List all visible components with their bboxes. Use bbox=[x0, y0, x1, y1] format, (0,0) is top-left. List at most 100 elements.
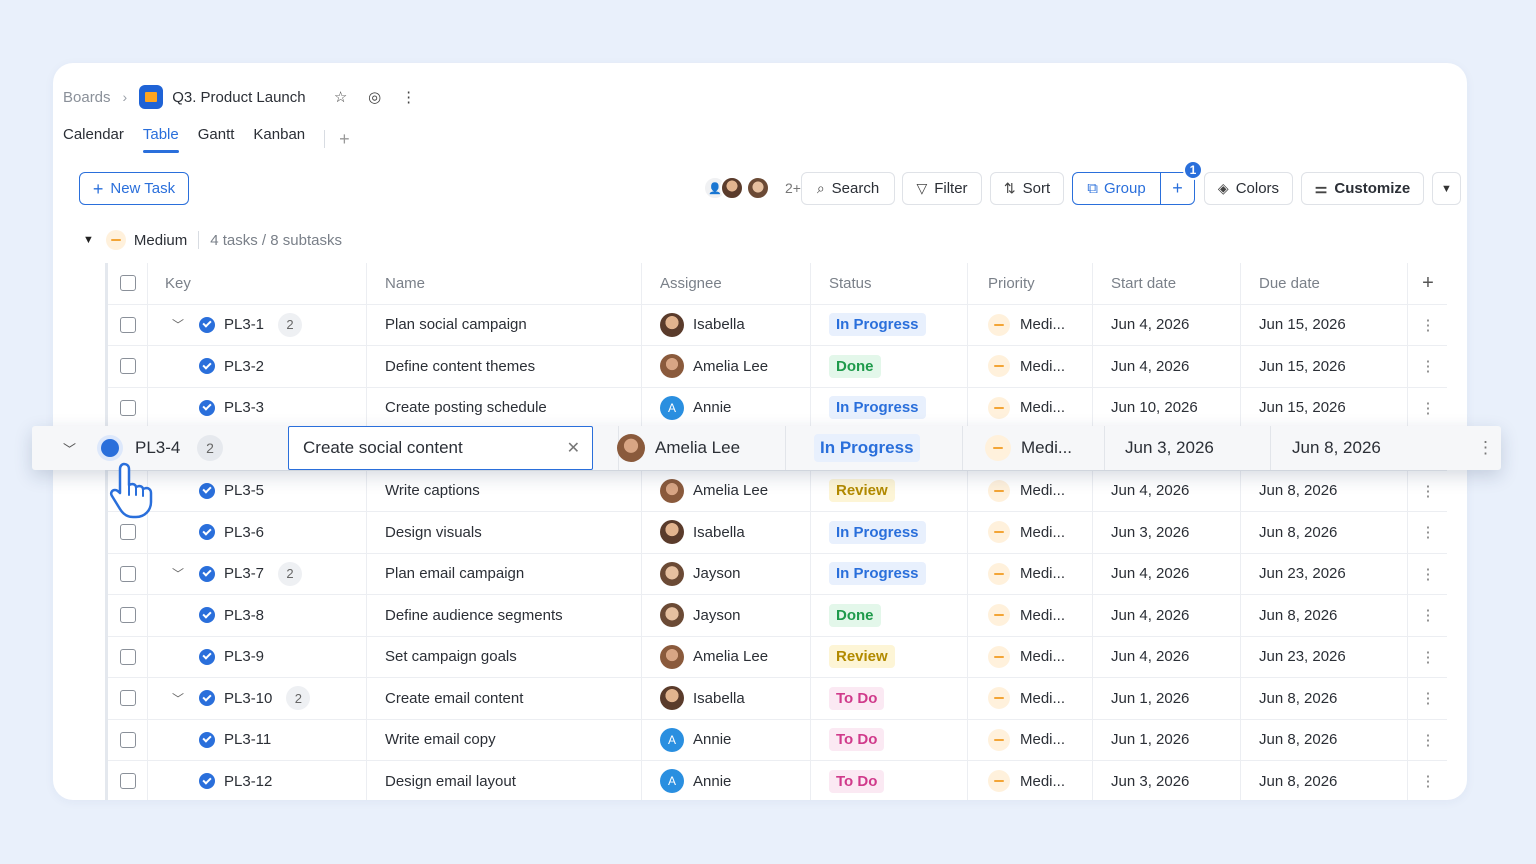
tab-table[interactable]: Table bbox=[142, 123, 179, 155]
priority-cell[interactable]: Medi... bbox=[968, 719, 1093, 760]
more-vertical-icon[interactable]: ⋮ bbox=[396, 84, 422, 110]
row-menu-icon[interactable]: ⋮ bbox=[1408, 346, 1447, 387]
name-cell[interactable]: Plan social campaign bbox=[367, 304, 642, 345]
col-name[interactable]: Name bbox=[367, 263, 642, 304]
select-all-checkbox[interactable] bbox=[119, 275, 136, 292]
row-menu-icon[interactable]: ⋮ bbox=[1408, 388, 1447, 429]
row-menu-icon[interactable]: ⋮ bbox=[1408, 595, 1447, 636]
row-checkbox[interactable] bbox=[119, 648, 136, 665]
priority-cell[interactable]: Medi... bbox=[968, 304, 1093, 345]
status-cell[interactable]: In Progress bbox=[811, 387, 968, 428]
due-date-cell[interactable]: Jun 8, 2026 bbox=[1241, 512, 1408, 553]
row-menu-icon[interactable]: ⋮ bbox=[1408, 761, 1447, 800]
table-row[interactable]: ﹀ PL3-10 2 Create email content Isabella To D… bbox=[108, 678, 1447, 720]
assignee-cell[interactable]: A Annie bbox=[642, 387, 811, 428]
expand-chevron-icon[interactable]: ﹀ bbox=[165, 690, 191, 707]
start-date-cell[interactable]: Jun 3, 2026 bbox=[1093, 512, 1241, 553]
row-checkbox[interactable] bbox=[119, 524, 136, 541]
table-row[interactable]: PL3-9 Set campaign goals Amelia Lee Review M… bbox=[108, 636, 1447, 678]
star-icon[interactable]: ☆ bbox=[328, 84, 354, 110]
due-date-cell[interactable]: Jun 8, 2026 bbox=[1241, 595, 1408, 636]
sort-button[interactable]: ⇅ Sort bbox=[990, 172, 1064, 205]
col-due-date[interactable]: Due date bbox=[1241, 263, 1408, 304]
key-cell[interactable]: PL3-3 bbox=[148, 387, 367, 428]
assignee-cell[interactable]: Amelia Lee bbox=[642, 346, 811, 387]
status-cell[interactable]: In Progress bbox=[811, 553, 968, 594]
board-title[interactable]: Q3. Product Launch bbox=[172, 89, 305, 106]
priority-cell[interactable]: Medi... bbox=[968, 346, 1093, 387]
group-main[interactable]: ⧉ Group bbox=[1073, 173, 1161, 204]
start-date-cell[interactable]: Jun 4, 2026 bbox=[1093, 304, 1241, 345]
key-cell[interactable]: PL3-8 bbox=[148, 595, 367, 636]
priority-cell[interactable]: Medi... bbox=[968, 512, 1093, 553]
status-cell[interactable]: Done bbox=[811, 595, 968, 636]
assignee-cell[interactable]: A Annie bbox=[642, 761, 811, 800]
start-date-cell[interactable]: Jun 4, 2026 bbox=[1093, 553, 1241, 594]
col-priority[interactable]: Priority bbox=[968, 263, 1093, 304]
status-cell[interactable]: In Progress bbox=[811, 304, 968, 345]
table-row[interactable]: PL3-2 Define content themes Amelia Lee Done… bbox=[108, 346, 1447, 388]
assignee-cell[interactable]: Jayson bbox=[642, 553, 811, 594]
breadcrumb-boards[interactable]: Boards bbox=[63, 89, 111, 106]
row-menu-icon[interactable]: ⋮ bbox=[1408, 637, 1447, 678]
assignee-cell[interactable]: Isabella bbox=[642, 512, 811, 553]
status-cell[interactable]: To Do bbox=[811, 678, 968, 719]
add-view-icon[interactable]: + bbox=[339, 129, 350, 150]
name-cell[interactable]: Create email content bbox=[367, 678, 642, 719]
key-cell[interactable]: ﹀ PL3-10 2 bbox=[148, 678, 367, 719]
name-cell[interactable]: Create posting schedule bbox=[367, 387, 642, 428]
status-cell[interactable]: Review bbox=[811, 470, 968, 511]
assignee-cell[interactable]: Jayson bbox=[642, 595, 811, 636]
row-checkbox[interactable] bbox=[119, 399, 136, 416]
customize-button[interactable]: ⚌ Customize bbox=[1301, 172, 1424, 205]
name-cell[interactable]: Write captions bbox=[367, 470, 642, 511]
assignee-cell[interactable]: Amelia Lee bbox=[617, 426, 740, 470]
col-status[interactable]: Status bbox=[811, 263, 968, 304]
search-button[interactable]: ⌕ Search bbox=[801, 172, 895, 205]
table-row[interactable]: PL3-12 Design email layout A Annie To Do Medi… bbox=[108, 761, 1447, 800]
due-date-cell[interactable]: Jun 8, 2026 bbox=[1241, 719, 1408, 760]
assignee-cell[interactable]: A Annie bbox=[642, 719, 811, 760]
row-menu-icon[interactable]: ⋮ bbox=[1408, 512, 1447, 553]
key-cell[interactable]: ﹀ PL3-1 2 bbox=[148, 304, 367, 345]
name-cell[interactable]: Design visuals bbox=[367, 512, 642, 553]
col-start-date[interactable]: Start date bbox=[1093, 263, 1241, 304]
filter-button[interactable]: ▽ Filter bbox=[902, 172, 982, 205]
expand-chevron-icon[interactable]: ﹀ bbox=[165, 316, 191, 333]
start-date-cell[interactable]: Jun 10, 2026 bbox=[1093, 387, 1241, 428]
assignee-cell[interactable]: Amelia Lee bbox=[642, 636, 811, 677]
watch-icon[interactable]: ◎ bbox=[362, 84, 388, 110]
status-cell[interactable]: In Progress bbox=[811, 512, 968, 553]
name-cell[interactable]: Plan email campaign bbox=[367, 553, 642, 594]
priority-cell[interactable]: Medi... bbox=[968, 553, 1093, 594]
name-cell[interactable]: Define content themes bbox=[367, 346, 642, 387]
assignee-cell[interactable]: Isabella bbox=[642, 304, 811, 345]
row-menu-icon[interactable]: ⋮ bbox=[1408, 720, 1447, 761]
row-checkbox[interactable] bbox=[119, 607, 136, 624]
due-date-cell[interactable]: Jun 8, 2026 bbox=[1241, 761, 1408, 800]
start-date-cell[interactable]: Jun 3, 2026 bbox=[1125, 426, 1214, 470]
priority-cell[interactable]: Medi... bbox=[968, 678, 1093, 719]
col-key[interactable]: Key bbox=[148, 263, 367, 304]
expand-chevron-icon[interactable]: ﹀ bbox=[165, 565, 191, 582]
status-cell[interactable]: Done bbox=[811, 346, 968, 387]
clear-icon[interactable]: ✕ bbox=[567, 438, 580, 458]
start-date-cell[interactable]: Jun 1, 2026 bbox=[1093, 719, 1241, 760]
assignee-cell[interactable]: Amelia Lee bbox=[642, 470, 811, 511]
start-date-cell[interactable]: Jun 4, 2026 bbox=[1093, 470, 1241, 511]
due-date-cell[interactable]: Jun 8, 2026 bbox=[1241, 470, 1408, 511]
tab-gantt[interactable]: Gantt bbox=[198, 123, 235, 155]
add-column-button[interactable]: + bbox=[1408, 263, 1447, 304]
table-row[interactable]: ﹀ PL3-1 2 Plan social campaign Isabella In Pr… bbox=[108, 304, 1447, 346]
row-checkbox[interactable] bbox=[119, 731, 136, 748]
key-cell[interactable]: PL3-6 bbox=[148, 512, 367, 553]
due-date-cell[interactable]: Jun 23, 2026 bbox=[1241, 636, 1408, 677]
key-cell[interactable]: PL3-2 bbox=[148, 346, 367, 387]
table-row[interactable]: PL3-3 Create posting schedule A Annie In Pro… bbox=[108, 387, 1447, 429]
caret-down-icon[interactable]: ▼ bbox=[83, 234, 94, 246]
key-cell[interactable]: PL3-5 bbox=[148, 470, 367, 511]
row-checkbox[interactable] bbox=[119, 358, 136, 375]
status-cell[interactable]: Review bbox=[811, 636, 968, 677]
row-checkbox[interactable] bbox=[119, 773, 136, 790]
table-row[interactable]: PL3-11 Write email copy A Annie To Do Medi...… bbox=[108, 719, 1447, 761]
